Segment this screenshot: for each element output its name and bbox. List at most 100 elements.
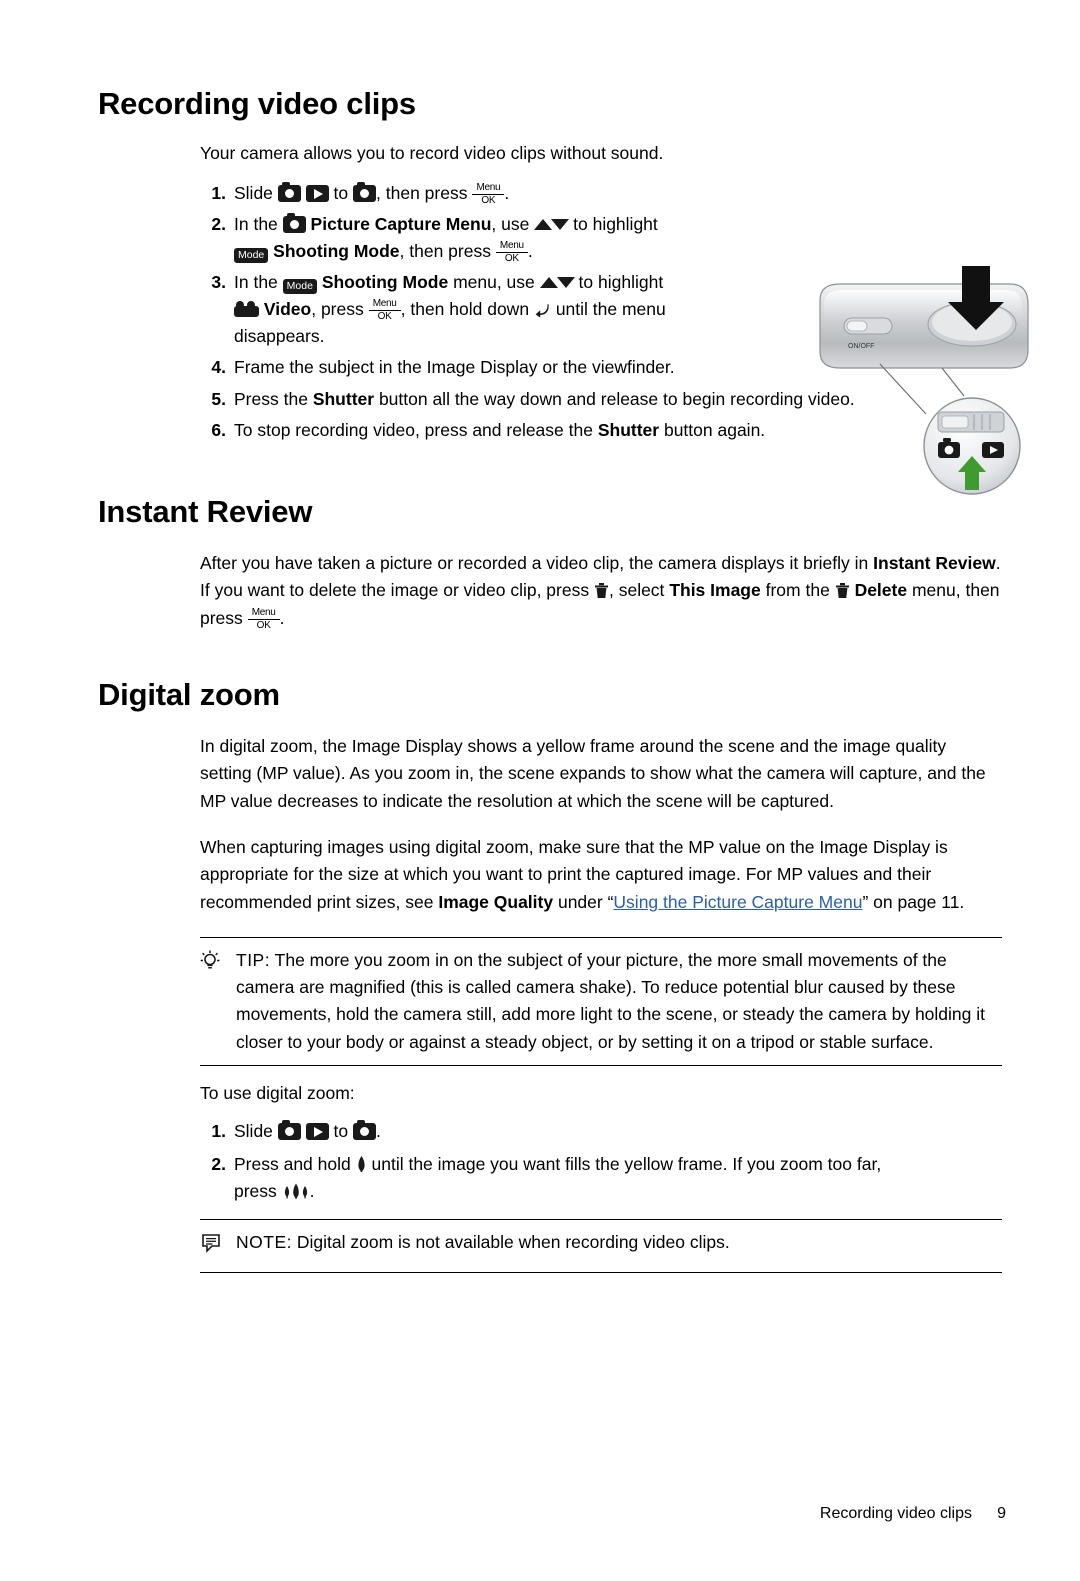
- playback-icon: [305, 184, 329, 202]
- menu-ok-button-icon: Menu OK: [368, 299, 401, 322]
- dz-p2: under “: [557, 891, 614, 912]
- step3-in-the: In the: [234, 272, 278, 293]
- tip-bottom-rule: [200, 1065, 1002, 1067]
- step-number: 1.: [211, 182, 226, 203]
- note-callout: NOTE: Digital zoom is not available when…: [200, 1219, 1002, 1273]
- video-camera-icon: [234, 301, 259, 318]
- step-text: Press the Shutter button all the way dow…: [234, 389, 855, 409]
- dz-step2-p1: Press and hold: [234, 1154, 351, 1175]
- ir-b2: This Image: [669, 580, 761, 601]
- dz-step1-period: .: [376, 1121, 381, 1142]
- dz-step1-slide: Slide: [234, 1121, 273, 1142]
- step2-in-the: In the: [234, 213, 278, 234]
- step-text: Press and hold until the image you want …: [234, 1154, 881, 1201]
- step2-shooting-mode: Shooting Mode: [273, 240, 400, 261]
- step-text: Frame the subject in the Image Display o…: [234, 357, 675, 378]
- dz-step2-p2: until the image you want fills the yello…: [371, 1154, 882, 1175]
- recording-intro-paragraph: Your camera allows you to record video c…: [200, 143, 664, 163]
- footer-page-number: 9: [997, 1505, 1006, 1522]
- page-title-recording-video-clips: Recording video clips: [98, 86, 1080, 122]
- step3-to-highlight: to highlight: [578, 272, 664, 293]
- step3-menu-use: menu, use: [453, 272, 535, 293]
- step1-then-press: , then press: [376, 182, 468, 203]
- dz-step2-p3: press: [234, 1181, 277, 1202]
- lightbulb-icon: [200, 947, 236, 1057]
- step-number: 5.: [211, 388, 226, 409]
- to-use-digital-zoom-lead: To use digital zoom:: [200, 1083, 355, 1104]
- recording-step-2: 2. In the Picture Capture Menu, use to h…: [200, 211, 1002, 265]
- footer-section-title: Recording video clips: [819, 1505, 972, 1522]
- camera-icon: [353, 1120, 377, 1141]
- camera-illustration: ON/OFF: [814, 264, 1034, 496]
- mode-button-icon: Mode: [282, 279, 317, 295]
- page-title-digital-zoom: Digital zoom: [98, 677, 1080, 713]
- heading-instant-review: Instant Review: [98, 493, 313, 529]
- tip-label: TIP:: [236, 949, 271, 970]
- step-number: 2.: [211, 1154, 226, 1175]
- telephoto-zoom-icon: [356, 1155, 367, 1173]
- note-icon: [200, 1229, 236, 1262]
- step6-lead: To stop recording video, press and relea…: [234, 419, 593, 440]
- digital-zoom-paragraph-2: When capturing images using digital zoom…: [200, 834, 1002, 917]
- note-bottom-rule: [200, 1271, 1002, 1273]
- step-number: 4.: [211, 357, 226, 378]
- recording-step-1: 1. Slide to , then press Menu OK.: [200, 180, 1002, 207]
- wide-angle-zoom-icon: [282, 1182, 310, 1200]
- step-text: In the Mode Shooting Mode menu, use to h…: [234, 272, 666, 346]
- ir-p4: from the: [765, 580, 830, 601]
- note-text-block: NOTE: Digital zoom is not available when…: [236, 1229, 1002, 1262]
- digital-zoom-paragraph-1: In digital zoom, the Image Display shows…: [200, 735, 986, 811]
- heading-digital-zoom: Digital zoom: [98, 676, 280, 712]
- camera-icon: [282, 212, 306, 233]
- back-arrow-icon: [534, 301, 551, 318]
- digital-zoom-steps-list: 1. Slide to . 2. Press and hold until th…: [200, 1118, 1002, 1205]
- ir-p6: .: [279, 608, 285, 629]
- step-text: Slide to .: [234, 1120, 381, 1142]
- menu-ok-button-icon: Menu OK: [472, 182, 505, 206]
- tip-callout: TIP: The more you zoom in on the subject…: [200, 936, 1002, 1067]
- step-number: 3.: [211, 272, 226, 293]
- dz-step2-p4: .: [309, 1181, 315, 1202]
- dz-p3: ” on page 11.: [862, 891, 965, 912]
- step3-until-menu: until the menu: [555, 299, 666, 320]
- step5-shutter: Shutter: [312, 388, 375, 409]
- step3-then-hold-down: , then hold down: [400, 299, 530, 320]
- ir-p3: , select: [608, 580, 665, 601]
- note-label: NOTE:: [236, 1232, 292, 1253]
- up-down-arrows-icon: [534, 218, 570, 232]
- mode-button-icon: Mode: [234, 247, 269, 263]
- trash-icon: [835, 581, 850, 599]
- document-page: Recording video clips Your camera allows…: [0, 86, 1080, 1581]
- up-down-arrows-icon: [539, 276, 575, 290]
- tip-text-block: TIP: The more you zoom in on the subject…: [236, 947, 1002, 1057]
- step2-then-press: , then press: [399, 240, 491, 261]
- note-body: Digital zoom is not available when recor…: [296, 1232, 730, 1253]
- step1-slide-word: Slide: [234, 182, 273, 203]
- step1-to-word: to: [333, 182, 349, 203]
- link-using-the-picture-capture-menu[interactable]: Using the Picture Capture Menu: [613, 892, 862, 912]
- digital-zoom-step-2: 2. Press and hold until the image you wa…: [200, 1151, 1002, 1205]
- step2-period: .: [527, 240, 533, 261]
- step-text: In the Picture Capture Menu, use to high…: [234, 212, 658, 264]
- step3-video: Video: [263, 299, 312, 320]
- step2-picture-capture-menu: Picture Capture Menu: [310, 213, 492, 234]
- heading-recording-video-clips: Recording video clips: [98, 86, 416, 121]
- step2-use: , use: [491, 213, 530, 234]
- dz-b1: Image Quality: [438, 891, 554, 912]
- step-number: 1.: [211, 1121, 226, 1142]
- playback-icon: [305, 1123, 329, 1141]
- ir-b1: Instant Review: [873, 552, 996, 573]
- trash-icon: [594, 581, 609, 599]
- step6-shutter: Shutter: [597, 419, 660, 440]
- step5-rest: button all the way down and release to b…: [378, 388, 855, 409]
- page-title-instant-review: Instant Review: [98, 494, 1080, 530]
- step6-rest: button again.: [663, 419, 766, 440]
- menu-ok-button-icon: Menu OK: [495, 240, 528, 264]
- step3-press: , press: [311, 299, 364, 320]
- dz-step1-to: to: [333, 1121, 349, 1142]
- camera-icon: [353, 181, 377, 202]
- digital-zoom-step-1: 1. Slide to .: [200, 1118, 1002, 1145]
- step3-shooting-mode: Shooting Mode: [321, 272, 449, 293]
- camera-icon: [277, 181, 301, 202]
- step-number: 2.: [211, 213, 226, 234]
